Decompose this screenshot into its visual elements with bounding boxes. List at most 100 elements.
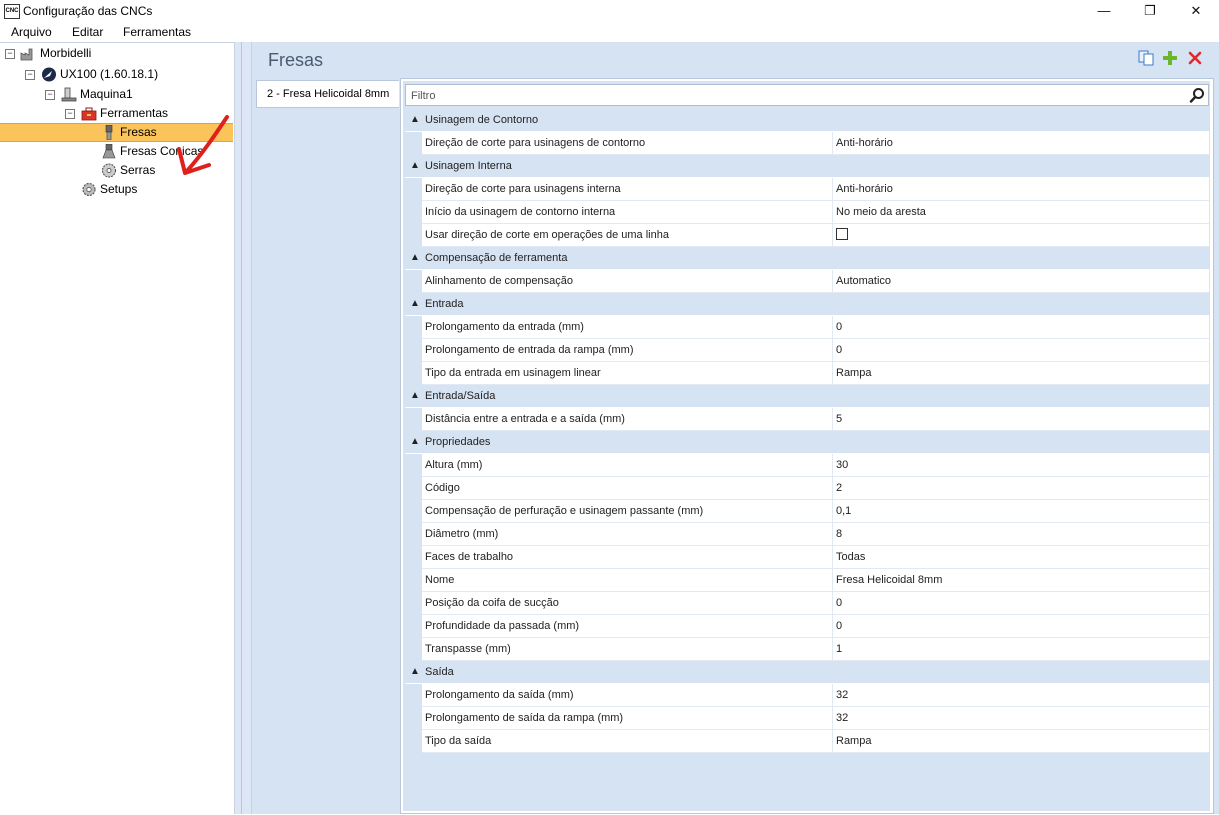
property-checkbox[interactable] [836,228,848,240]
collapse-chevron-icon[interactable]: ▲ [410,436,420,447]
property-row[interactable]: Nome Fresa Helicoidal 8mm [422,569,1209,592]
property-value[interactable]: Anti-horário [836,183,893,195]
search-icon[interactable] [1189,87,1205,103]
property-value[interactable]: Rampa [836,367,871,379]
tree-label: Fresas [120,125,157,139]
minimize-button[interactable]: — [1081,0,1127,22]
property-name: Usar direção de corte em operações de um… [425,229,669,241]
column-divider [832,707,833,729]
collapse-chevron-icon[interactable]: ▲ [410,666,420,677]
property-row[interactable]: Prolongamento de entrada da rampa (mm) 0 [422,339,1209,362]
property-name: Prolongamento da entrada (mm) [425,321,584,333]
property-row[interactable]: Alinhamento de compensação Automatico [422,270,1209,293]
property-value[interactable]: Automatico [836,275,891,287]
tab-fresa-helicoidal[interactable]: 2 - Fresa Helicoidal 8mm [256,80,399,108]
close-button[interactable]: ✕ [1173,0,1219,22]
property-row[interactable]: Altura (mm) 30 [422,454,1209,477]
collapse-toggle[interactable]: − [25,70,35,80]
menu-arquivo[interactable]: Arquivo [11,25,52,39]
collapse-toggle[interactable]: − [65,109,75,119]
property-value[interactable]: 2 [836,482,842,494]
property-value[interactable]: 32 [836,712,848,724]
property-value[interactable]: 8 [836,528,842,540]
property-row[interactable]: Transpasse (mm) 1 [422,638,1209,661]
category-header[interactable]: ▲ Entrada/Saída [405,385,1209,408]
column-divider [832,730,833,752]
copy-icon[interactable] [1138,50,1154,66]
page-title: Fresas [268,50,324,70]
column-divider [832,684,833,706]
property-value[interactable]: 5 [836,413,842,425]
tree-item-ux100[interactable]: − UX100 (1.60.18.1) [0,65,230,84]
property-value[interactable]: 0 [836,321,842,333]
tree-item-maquina1[interactable]: − Maquina1 [0,85,230,104]
property-value[interactable]: No meio da aresta [836,206,926,218]
property-value[interactable]: 0 [836,597,842,609]
toolbox-icon [81,107,97,121]
property-row[interactable]: Distância entre a entrada e a saída (mm)… [422,408,1209,431]
property-row[interactable]: Usar direção de corte em operações de um… [422,224,1209,247]
column-divider [832,569,833,591]
tree-label: Morbidelli [40,46,92,60]
property-panel-inner: ▲ Usinagem de Contorno Direção de corte pa… [403,81,1210,811]
menu-editar[interactable]: Editar [72,25,103,39]
property-name: Prolongamento da saída (mm) [425,689,574,701]
property-row[interactable]: Compensação de perfuração e usinagem pas… [422,500,1209,523]
property-row[interactable]: Tipo da entrada em usinagem linear Rampa [422,362,1209,385]
add-icon[interactable] [1162,50,1178,66]
category-header[interactable]: ▲ Entrada [405,293,1209,316]
property-row[interactable]: Início da usinagem de contorno interna No… [422,201,1209,224]
machine-logo-icon [42,67,56,82]
delete-icon[interactable] [1187,50,1203,66]
property-value[interactable]: 30 [836,459,848,471]
property-row[interactable]: Direção de corte para usinagens interna A… [422,178,1209,201]
collapse-toggle[interactable]: − [5,49,15,59]
property-row[interactable]: Código 2 [422,477,1209,500]
property-value[interactable]: Anti-horário [836,137,893,149]
column-divider [832,592,833,614]
property-row[interactable]: Faces de trabalho Todas [422,546,1209,569]
tree-item-morbidelli[interactable]: − Morbidelli [0,44,230,63]
category-header[interactable]: ▲ Propriedades [405,431,1209,454]
collapse-chevron-icon[interactable]: ▲ [410,390,420,401]
category-header[interactable]: ▲ Usinagem Interna [405,155,1209,178]
maximize-button[interactable]: ❐ [1127,0,1173,22]
column-divider [832,408,833,430]
collapse-chevron-icon[interactable]: ▲ [410,252,420,263]
property-value[interactable]: 1 [836,643,842,655]
filter-box [405,84,1209,106]
property-value[interactable]: 0,1 [836,505,851,517]
property-name: Compensação de perfuração e usinagem pas… [425,505,704,517]
property-value[interactable]: 0 [836,620,842,632]
property-row[interactable]: Prolongamento da saída (mm) 32 [422,684,1209,707]
property-row[interactable]: Direção de corte para usinagens de conto… [422,132,1209,155]
column-divider [832,546,833,568]
property-row[interactable]: Profundidade da passada (mm) 0 [422,615,1209,638]
property-name: Distância entre a entrada e a saída (mm) [425,413,625,425]
category-header[interactable]: ▲ Compensação de ferramenta [405,247,1209,270]
category-header[interactable]: ▲ Saída [405,661,1209,684]
property-row[interactable]: Diâmetro (mm) 8 [422,523,1209,546]
category-label: Entrada/Saída [425,390,496,402]
property-row[interactable]: Tipo da saída Rampa [422,730,1209,753]
column-divider [832,316,833,338]
property-name: Posição da coifa de sucção [425,597,559,609]
property-value[interactable]: 0 [836,344,842,356]
filter-input[interactable] [409,87,1173,105]
property-value[interactable]: Rampa [836,735,871,747]
cnc-machine-icon [61,87,77,102]
tree-label: Ferramentas [100,106,169,120]
property-row[interactable]: Posição da coifa de sucção 0 [422,592,1209,615]
property-value[interactable]: Fresa Helicoidal 8mm [836,574,942,586]
menu-ferramentas[interactable]: Ferramentas [123,25,191,39]
collapse-chevron-icon[interactable]: ▲ [410,114,420,125]
collapse-toggle[interactable]: − [45,90,55,100]
property-row[interactable]: Prolongamento da entrada (mm) 0 [422,316,1209,339]
property-value[interactable]: 32 [836,689,848,701]
collapse-chevron-icon[interactable]: ▲ [410,160,420,171]
category-header[interactable]: ▲ Usinagem de Contorno [405,109,1209,132]
collapse-chevron-icon[interactable]: ▲ [410,298,420,309]
pane-splitter[interactable] [234,42,252,814]
property-row[interactable]: Prolongamento de saída da rampa (mm) 32 [422,707,1209,730]
property-value[interactable]: Todas [836,551,865,563]
